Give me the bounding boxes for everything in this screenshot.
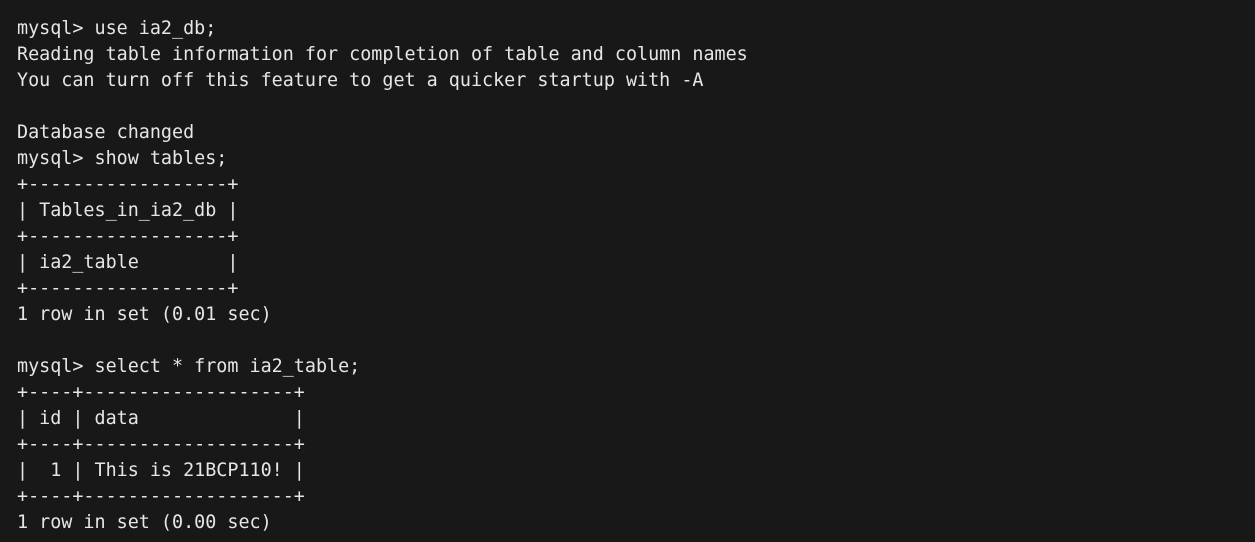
status-database-changed: Database changed (17, 122, 195, 143)
table-border: +------------------+ (17, 278, 239, 299)
command-show-tables: mysql> show tables; (17, 148, 228, 169)
table-border: +----+-------------------+ (17, 434, 305, 455)
row-count-status: 1 row in set (0.01 sec) (17, 304, 272, 325)
table-border: +----+-------------------+ (17, 382, 305, 403)
info-turn-off-feature: You can turn off this feature to get a q… (17, 70, 704, 91)
terminal-output[interactable]: mysql> use ia2_db; Reading table informa… (0, 0, 1255, 542)
table-header-row: | Tables_in_ia2_db | (17, 200, 239, 221)
command-use-db: mysql> use ia2_db; (17, 18, 217, 39)
row-count-status: 1 row in set (0.00 sec) (17, 512, 272, 533)
command-select: mysql> select * from ia2_table; (17, 356, 361, 377)
table-border: +------------------+ (17, 226, 239, 247)
info-reading-tables: Reading table information for completion… (17, 44, 748, 65)
table-border: +------------------+ (17, 174, 239, 195)
table-header-row: | id | data | (17, 408, 305, 429)
table-border: +----+-------------------+ (17, 486, 305, 507)
table-row: | 1 | This is 21BCP110! | (17, 460, 305, 481)
table-row: | ia2_table | (17, 252, 239, 273)
